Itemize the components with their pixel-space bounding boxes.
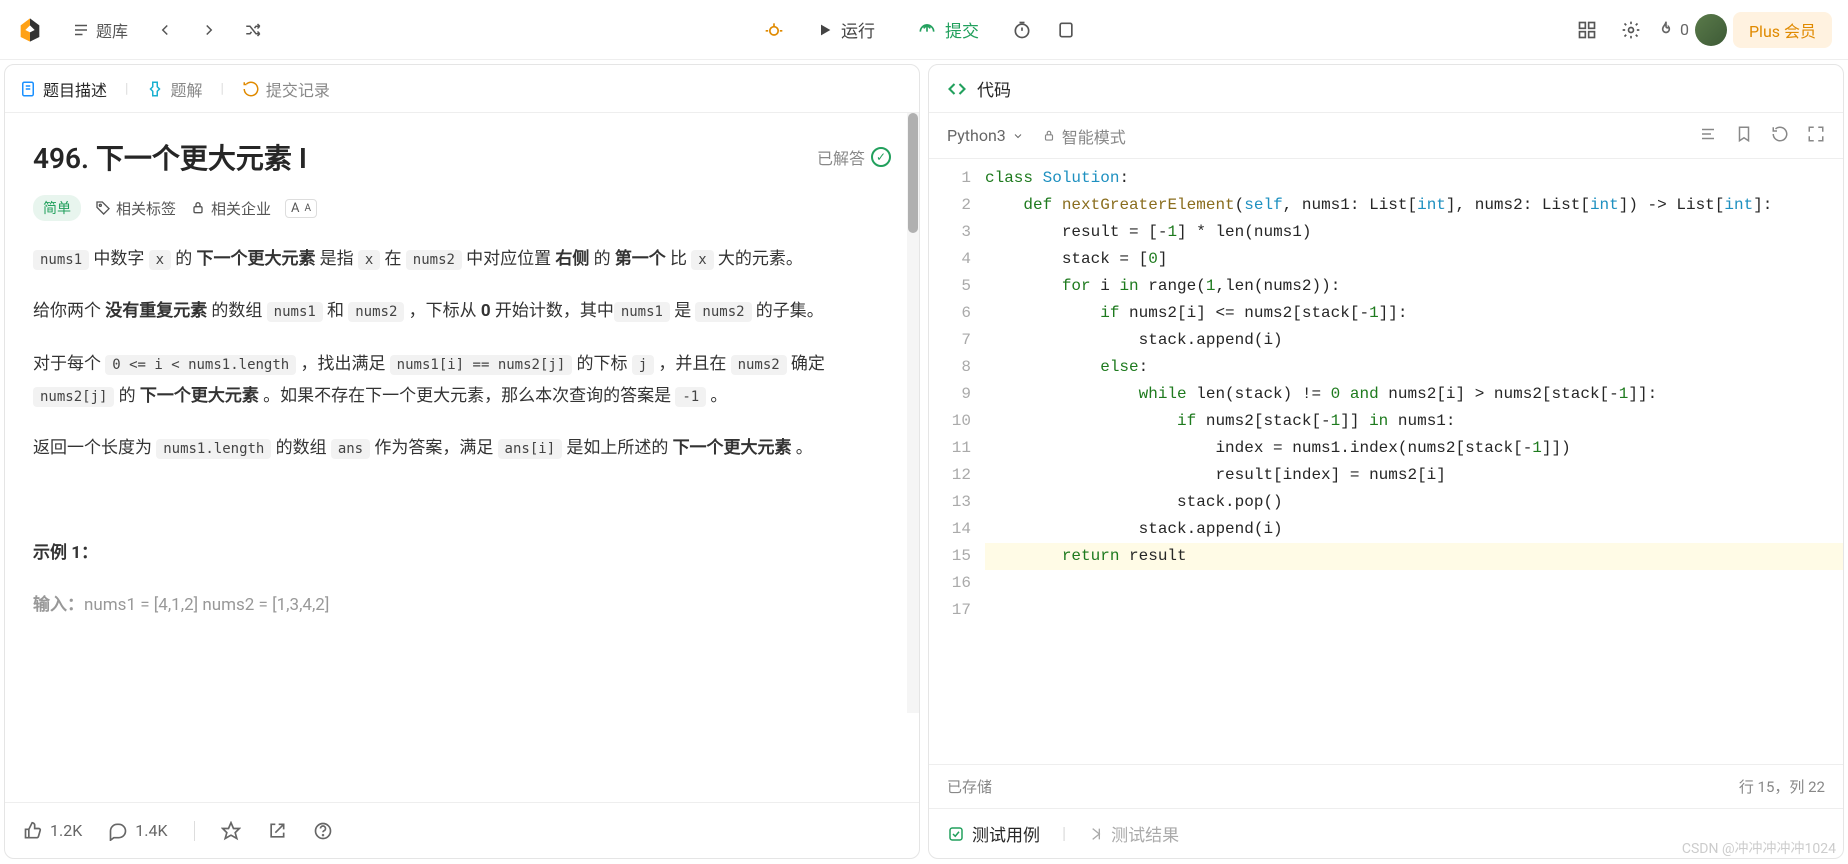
separator xyxy=(194,821,195,841)
star-button[interactable] xyxy=(221,821,241,841)
code-editor[interactable]: 1234567891011121314151617 class Solution… xyxy=(929,159,1843,764)
line-gutter: 1234567891011121314151617 xyxy=(929,159,985,764)
plus-badge[interactable]: Plus 会员 xyxy=(1733,12,1832,48)
share-button[interactable] xyxy=(267,821,287,841)
random-problem-button[interactable] xyxy=(234,11,272,49)
solved-label: 已解答 xyxy=(817,145,865,169)
settings-button[interactable] xyxy=(1612,11,1650,49)
smart-mode[interactable]: 智能模式 xyxy=(1042,124,1126,148)
run-label: 运行 xyxy=(841,17,875,42)
code-icon xyxy=(947,79,967,99)
submit-button[interactable]: 提交 xyxy=(899,10,997,50)
run-button[interactable]: 运行 xyxy=(799,10,893,50)
next-problem-button[interactable] xyxy=(190,11,228,49)
notes-button[interactable] xyxy=(1047,11,1085,49)
bookmark-button[interactable] xyxy=(1735,125,1753,147)
companies-label: 相关企业 xyxy=(211,198,271,219)
code-label: 代码 xyxy=(977,76,1011,101)
problem-title: 496. 下一个更大元素 I xyxy=(33,137,307,177)
test-cases-tab[interactable]: 测试用例 xyxy=(947,821,1040,846)
user-avatar[interactable] xyxy=(1695,14,1727,46)
tab-solution[interactable]: 题解 xyxy=(146,77,202,101)
like-button[interactable]: 1.2K xyxy=(23,821,82,841)
help-button[interactable] xyxy=(313,821,333,841)
tab-separator: | xyxy=(125,81,128,97)
smart-mode-label: 智能模式 xyxy=(1062,124,1126,148)
language-label: Python3 xyxy=(947,126,1006,145)
tab-separator: | xyxy=(1062,824,1066,844)
reset-button[interactable] xyxy=(1771,125,1789,147)
companies[interactable]: 相关企业 xyxy=(190,198,271,219)
prev-problem-button[interactable] xyxy=(146,11,184,49)
example-heading: 示例 1： xyxy=(33,537,891,569)
comment-count: 1.4K xyxy=(135,821,167,840)
problem-description: nums1 中数字 x 的 下一个更大元素 是指 x 在 nums2 中对应位置… xyxy=(33,243,891,621)
tab-description-label: 题目描述 xyxy=(43,77,107,101)
saved-status: 已存储 xyxy=(947,776,992,797)
problemset-link[interactable]: 题库 xyxy=(60,11,140,49)
difficulty-badge: 简单 xyxy=(33,195,81,221)
solved-badge: 已解答 ✓ xyxy=(817,145,891,169)
watermark: CSDN @冲冲冲冲冲1024 xyxy=(1682,838,1836,858)
language-selector[interactable]: Python3 xyxy=(947,126,1024,145)
layout-button[interactable] xyxy=(1568,11,1606,49)
logo[interactable] xyxy=(16,16,44,44)
hints-button[interactable]: AA xyxy=(285,199,317,218)
tab-description[interactable]: 题目描述 xyxy=(19,77,107,101)
format-button[interactable] xyxy=(1699,125,1717,147)
description-content: 496. 下一个更大元素 I 已解答 ✓ 简单 相关标签 相关企业 AA xyxy=(5,113,919,802)
test-cases-label: 测试用例 xyxy=(972,821,1040,846)
tab-separator: | xyxy=(220,81,223,97)
debug-button[interactable] xyxy=(755,11,793,49)
related-tags-label: 相关标签 xyxy=(116,198,176,219)
tab-submissions[interactable]: 提交记录 xyxy=(242,77,330,101)
tab-submissions-label: 提交记录 xyxy=(266,77,330,101)
code-area[interactable]: class Solution: def nextGreaterElement(s… xyxy=(985,159,1843,764)
comment-button[interactable]: 1.4K xyxy=(108,821,167,841)
submit-label: 提交 xyxy=(945,17,979,42)
check-icon: ✓ xyxy=(871,147,891,167)
streak-counter[interactable]: 0 xyxy=(1656,20,1689,40)
cursor-position: 行 15，列 22 xyxy=(1739,776,1825,797)
related-tags[interactable]: 相关标签 xyxy=(95,198,176,219)
timer-button[interactable] xyxy=(1003,11,1041,49)
streak-count: 0 xyxy=(1680,20,1689,39)
tab-solution-label: 题解 xyxy=(170,77,202,101)
fullscreen-button[interactable] xyxy=(1807,125,1825,147)
like-count: 1.2K xyxy=(50,821,82,840)
problemset-label: 题库 xyxy=(96,18,128,42)
test-results-tab[interactable]: 测试结果 xyxy=(1088,821,1179,846)
test-results-label: 测试结果 xyxy=(1111,821,1179,846)
